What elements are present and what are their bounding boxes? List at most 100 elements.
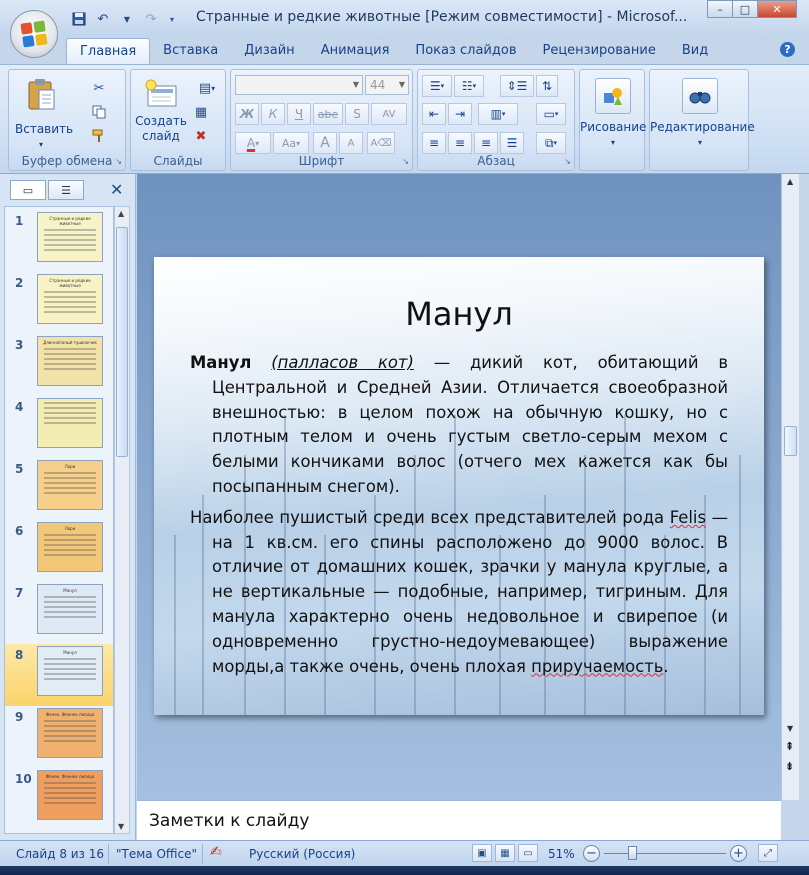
- notes-pane[interactable]: Заметки к слайду: [137, 800, 781, 840]
- zoom-level[interactable]: 51%: [548, 847, 575, 861]
- align-left-icon[interactable]: ≡: [422, 132, 446, 154]
- drawing-group[interactable]: Рисование ▾: [579, 69, 646, 171]
- panel-scrollbar[interactable]: ▲ ▼: [114, 206, 130, 834]
- new-slide-button[interactable]: Создать слайд: [135, 78, 187, 144]
- thumbnail-preview[interactable]: Фенек. Феннек лисица: [37, 770, 103, 820]
- font-size-combo[interactable]: 44 ▼: [365, 75, 409, 95]
- slide-thumbnail[interactable]: 6 Лори: [5, 520, 113, 582]
- scroll-down-icon[interactable]: ▼: [787, 724, 793, 733]
- center-icon[interactable]: ≡: [448, 132, 472, 154]
- spell-check-icon[interactable]: ✍: [210, 844, 222, 860]
- next-slide-icon[interactable]: ⇟: [785, 761, 794, 772]
- slide-thumbnail[interactable]: 5 Лори: [5, 458, 113, 520]
- reset-icon[interactable]: ▦: [193, 104, 209, 120]
- save-icon[interactable]: [70, 10, 88, 28]
- shadow-button[interactable]: S: [345, 103, 369, 125]
- thumbnail-preview[interactable]: Манул: [37, 584, 103, 634]
- slide-thumbnail[interactable]: 4: [5, 396, 113, 458]
- shrink-font-button[interactable]: A: [339, 132, 363, 154]
- drawing-button[interactable]: Рисование ▾: [580, 78, 646, 150]
- notes-placeholder[interactable]: Заметки к слайду: [149, 811, 309, 831]
- strikethrough-button[interactable]: abe: [313, 103, 343, 125]
- smartart-icon[interactable]: ⧉ ▾: [536, 132, 566, 154]
- slide-body[interactable]: Манул (палласов кот) — дикий кот, обитаю…: [190, 351, 728, 679]
- paragraph-launcher-icon[interactable]: ↘: [564, 157, 571, 166]
- clear-formatting-icon[interactable]: A⌫: [367, 132, 395, 154]
- paste-button[interactable]: Вставить ▾: [15, 78, 73, 152]
- thumbnail-preview[interactable]: Фенек. Феннек лисица: [37, 708, 103, 758]
- format-painter-icon[interactable]: [91, 128, 107, 144]
- thumbnail-preview[interactable]: Странные и редкие животные: [37, 212, 103, 262]
- language[interactable]: Русский (Россия): [249, 847, 355, 861]
- close-panel-icon[interactable]: ✕: [110, 180, 123, 199]
- outline-tab-icon[interactable]: ☰: [48, 180, 84, 200]
- editing-group[interactable]: Редактирование ▾: [649, 69, 755, 171]
- thumbnail-preview[interactable]: Странные и редкие животные: [37, 274, 103, 324]
- zoom-out-icon[interactable]: −: [583, 845, 600, 862]
- tab-insert[interactable]: Вставка: [150, 38, 231, 64]
- increase-indent-icon[interactable]: ⇥: [448, 103, 472, 125]
- char-spacing-button[interactable]: AV: [371, 103, 407, 125]
- scroll-up-icon[interactable]: ▲: [787, 177, 793, 186]
- slide-title[interactable]: Манул: [154, 295, 764, 333]
- fit-icon[interactable]: ⤢: [758, 844, 778, 862]
- zoom-in-icon[interactable]: +: [730, 845, 747, 862]
- slideshow-icon[interactable]: ▭: [518, 844, 538, 862]
- thumbnail-preview[interactable]: Лори: [37, 460, 103, 510]
- font-launcher-icon[interactable]: ↘: [402, 157, 409, 166]
- slide-thumbnail[interactable]: 3 Длиннопалый тушканчик: [5, 334, 113, 396]
- thumbnail-preview[interactable]: Лори: [37, 522, 103, 572]
- slide-thumbnail[interactable]: 7 Манул: [5, 582, 113, 644]
- align-right-icon[interactable]: ≡: [474, 132, 498, 154]
- tab-view[interactable]: Вид: [669, 38, 721, 64]
- zoom-slider-thumb[interactable]: [628, 846, 637, 860]
- change-case-button[interactable]: Aa ▾: [273, 132, 309, 154]
- font-name-combo[interactable]: ▼: [235, 75, 363, 95]
- minimize-button[interactable]: –: [707, 0, 733, 18]
- slides-tab-icon[interactable]: ▭: [10, 180, 46, 200]
- bullets-icon[interactable]: ☰ ▾: [422, 75, 452, 97]
- copy-icon[interactable]: [91, 104, 107, 120]
- normal-view-icon[interactable]: ▣: [472, 844, 492, 862]
- line-spacing-icon[interactable]: ⇕☰: [500, 75, 534, 97]
- clipboard-launcher-icon[interactable]: ↘: [115, 157, 122, 166]
- zoom-slider-track[interactable]: [604, 853, 726, 854]
- scroll-thumb[interactable]: [784, 426, 797, 456]
- thumbnail-preview[interactable]: Длиннопалый тушканчик: [37, 336, 103, 386]
- close-button[interactable]: ✕: [757, 0, 797, 18]
- undo-icon[interactable]: ↶: [94, 10, 112, 28]
- scroll-thumb[interactable]: [116, 227, 128, 457]
- maximize-button[interactable]: □: [732, 0, 758, 18]
- slide-scrollbar[interactable]: ▲ ▼ ⇞ ⇟: [781, 174, 799, 800]
- font-color-button[interactable]: A ▾: [235, 132, 271, 154]
- current-slide[interactable]: Манул Манул (палласов кот) — дикий кот, …: [154, 257, 764, 715]
- grow-font-button[interactable]: A: [313, 132, 337, 154]
- tab-review[interactable]: Рецензирование: [530, 38, 669, 64]
- slide-thumbnail[interactable]: 1 Странные и редкие животные: [5, 210, 113, 272]
- sorter-view-icon[interactable]: ▦: [495, 844, 515, 862]
- editing-button[interactable]: Редактирование ▾: [650, 78, 755, 150]
- underline-button[interactable]: Ч: [287, 103, 311, 125]
- scroll-up-icon[interactable]: ▲: [118, 209, 124, 218]
- decrease-indent-icon[interactable]: ⇤: [422, 103, 446, 125]
- tab-home[interactable]: Главная: [66, 38, 151, 64]
- numbering-icon[interactable]: ☷ ▾: [454, 75, 484, 97]
- tab-slideshow[interactable]: Показ слайдов: [402, 38, 529, 64]
- scroll-down-icon[interactable]: ▼: [118, 822, 124, 831]
- slide-thumbnail[interactable]: 8 Манул: [5, 644, 113, 706]
- tab-animation[interactable]: Анимация: [308, 38, 403, 64]
- thumbnail-preview[interactable]: Манул: [37, 646, 103, 696]
- text-direction-icon[interactable]: ⇅: [536, 75, 558, 97]
- tab-design[interactable]: Дизайн: [231, 38, 307, 64]
- thumbnail-preview[interactable]: [37, 398, 103, 448]
- slide-thumbnail[interactable]: 10 Фенек. Феннек лисица: [5, 768, 113, 830]
- customize-qat-icon[interactable]: ▾: [166, 10, 178, 28]
- align-text-icon[interactable]: ▭ ▾: [536, 103, 566, 125]
- justify-icon[interactable]: ☰: [500, 132, 524, 154]
- undo-dropdown-icon[interactable]: ▼: [118, 10, 136, 28]
- layout-icon[interactable]: ▤ ▾: [193, 80, 221, 96]
- office-button[interactable]: [10, 10, 58, 58]
- redo-icon[interactable]: ↷: [142, 10, 160, 28]
- italic-button[interactable]: К: [261, 103, 285, 125]
- previous-slide-icon[interactable]: ⇞: [785, 741, 794, 752]
